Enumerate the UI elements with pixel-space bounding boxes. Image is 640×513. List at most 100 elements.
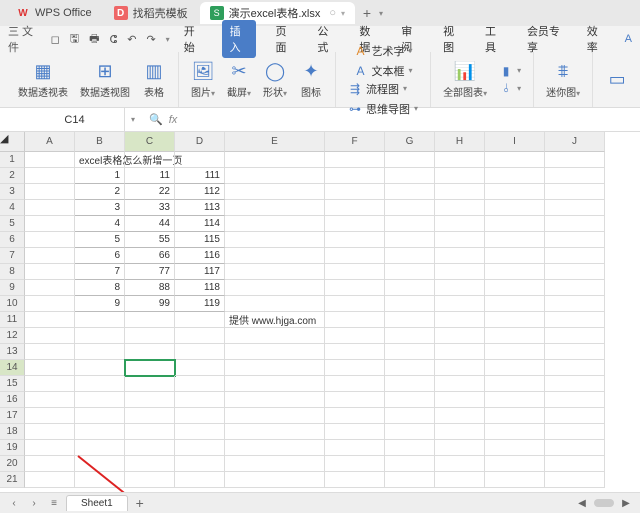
qat-dropdown-icon[interactable]: ▾: [166, 35, 170, 44]
tab-dropdown-icon[interactable]: ▾: [341, 9, 345, 18]
row-header-11[interactable]: 11: [0, 312, 25, 328]
cell-F15[interactable]: [325, 376, 385, 392]
cell-A20[interactable]: [25, 456, 75, 472]
cell-B16[interactable]: [75, 392, 125, 408]
cell-I4[interactable]: [485, 200, 545, 216]
line-chart-button[interactable]: ⫰▾: [495, 81, 525, 97]
cell-A17[interactable]: [25, 408, 75, 424]
app-tab-wps[interactable]: W WPS Office: [6, 3, 102, 23]
cell-A18[interactable]: [25, 424, 75, 440]
new-doc-icon[interactable]: ◻: [51, 33, 60, 46]
cell-D6[interactable]: 115: [175, 232, 225, 248]
cell-I21[interactable]: [485, 472, 545, 488]
cell-E5[interactable]: [225, 216, 325, 232]
cell-I15[interactable]: [485, 376, 545, 392]
cell-F1[interactable]: [325, 152, 385, 168]
cell-F8[interactable]: [325, 264, 385, 280]
cell-A21[interactable]: [25, 472, 75, 488]
textbox-button[interactable]: A文本框▾: [350, 62, 417, 80]
cell-H14[interactable]: [435, 360, 485, 376]
cell-D16[interactable]: [175, 392, 225, 408]
cell-D18[interactable]: [175, 424, 225, 440]
cell-F21[interactable]: [325, 472, 385, 488]
cell-J19[interactable]: [545, 440, 605, 456]
cell-I2[interactable]: [485, 168, 545, 184]
cell-H20[interactable]: [435, 456, 485, 472]
cell-I19[interactable]: [485, 440, 545, 456]
cell-H5[interactable]: [435, 216, 485, 232]
cell-E19[interactable]: [225, 440, 325, 456]
sheet-list-button[interactable]: ≡: [46, 495, 62, 511]
cell-D14[interactable]: [175, 360, 225, 376]
cell-D10[interactable]: 119: [175, 296, 225, 312]
cell-E17[interactable]: [225, 408, 325, 424]
col-header-C[interactable]: C: [125, 132, 175, 152]
cell-D3[interactable]: 112: [175, 184, 225, 200]
cell-H1[interactable]: [435, 152, 485, 168]
cell-G16[interactable]: [385, 392, 435, 408]
picture-button[interactable]: 🖼图片▾: [187, 58, 219, 101]
cell-A8[interactable]: [25, 264, 75, 280]
sheet-nav-prev[interactable]: ‹: [6, 495, 22, 511]
row-header-1[interactable]: 1: [0, 152, 25, 168]
cell-D9[interactable]: 118: [175, 280, 225, 296]
cell-C8[interactable]: 77: [125, 264, 175, 280]
cell-G19[interactable]: [385, 440, 435, 456]
cell-B12[interactable]: [75, 328, 125, 344]
cell-J3[interactable]: [545, 184, 605, 200]
redo-icon[interactable]: ↷: [146, 33, 155, 46]
cell-B14[interactable]: [75, 360, 125, 376]
cell-G10[interactable]: [385, 296, 435, 312]
cell-B3[interactable]: 2: [75, 184, 125, 200]
cell-G7[interactable]: [385, 248, 435, 264]
cell-G21[interactable]: [385, 472, 435, 488]
cell-E16[interactable]: [225, 392, 325, 408]
cell-F18[interactable]: [325, 424, 385, 440]
row-header-13[interactable]: 13: [0, 344, 25, 360]
cell-B20[interactable]: [75, 456, 125, 472]
undo-icon[interactable]: ↶: [127, 33, 136, 46]
cell-F3[interactable]: [325, 184, 385, 200]
cell-J20[interactable]: [545, 456, 605, 472]
cell-C5[interactable]: 44: [125, 216, 175, 232]
cell-E11[interactable]: 提供 www.hjga.com: [225, 312, 325, 328]
cell-E10[interactable]: [225, 296, 325, 312]
cell-A9[interactable]: [25, 280, 75, 296]
cell-F4[interactable]: [325, 200, 385, 216]
cell-D2[interactable]: 111: [175, 168, 225, 184]
row-header-3[interactable]: 3: [0, 184, 25, 200]
cell-A2[interactable]: [25, 168, 75, 184]
name-box-dropdown-icon[interactable]: ▾: [125, 115, 141, 124]
cell-D17[interactable]: [175, 408, 225, 424]
cell-F10[interactable]: [325, 296, 385, 312]
col-header-J[interactable]: J: [545, 132, 605, 152]
col-header-H[interactable]: H: [435, 132, 485, 152]
cell-G20[interactable]: [385, 456, 435, 472]
cell-F9[interactable]: [325, 280, 385, 296]
cell-E3[interactable]: [225, 184, 325, 200]
flowchart-button[interactable]: ⇶流程图▾: [344, 80, 422, 98]
cell-B11[interactable]: [75, 312, 125, 328]
cell-E12[interactable]: [225, 328, 325, 344]
pivot-table-button[interactable]: ▦数据透视表: [14, 58, 72, 101]
cell-B13[interactable]: [75, 344, 125, 360]
row-header-6[interactable]: 6: [0, 232, 25, 248]
cell-J11[interactable]: [545, 312, 605, 328]
col-header-G[interactable]: G: [385, 132, 435, 152]
name-box[interactable]: C14: [25, 108, 125, 131]
cell-B7[interactable]: 6: [75, 248, 125, 264]
cell-I9[interactable]: [485, 280, 545, 296]
cell-A19[interactable]: [25, 440, 75, 456]
menu-more-icon[interactable]: A: [625, 33, 632, 45]
cell-H10[interactable]: [435, 296, 485, 312]
cell-I6[interactable]: [485, 232, 545, 248]
cell-C15[interactable]: [125, 376, 175, 392]
cell-H2[interactable]: [435, 168, 485, 184]
cell-B6[interactable]: 5: [75, 232, 125, 248]
cell-J17[interactable]: [545, 408, 605, 424]
cell-G5[interactable]: [385, 216, 435, 232]
icons-button[interactable]: ✦图标: [295, 58, 327, 101]
cell-F6[interactable]: [325, 232, 385, 248]
row-header-2[interactable]: 2: [0, 168, 25, 184]
cell-F16[interactable]: [325, 392, 385, 408]
